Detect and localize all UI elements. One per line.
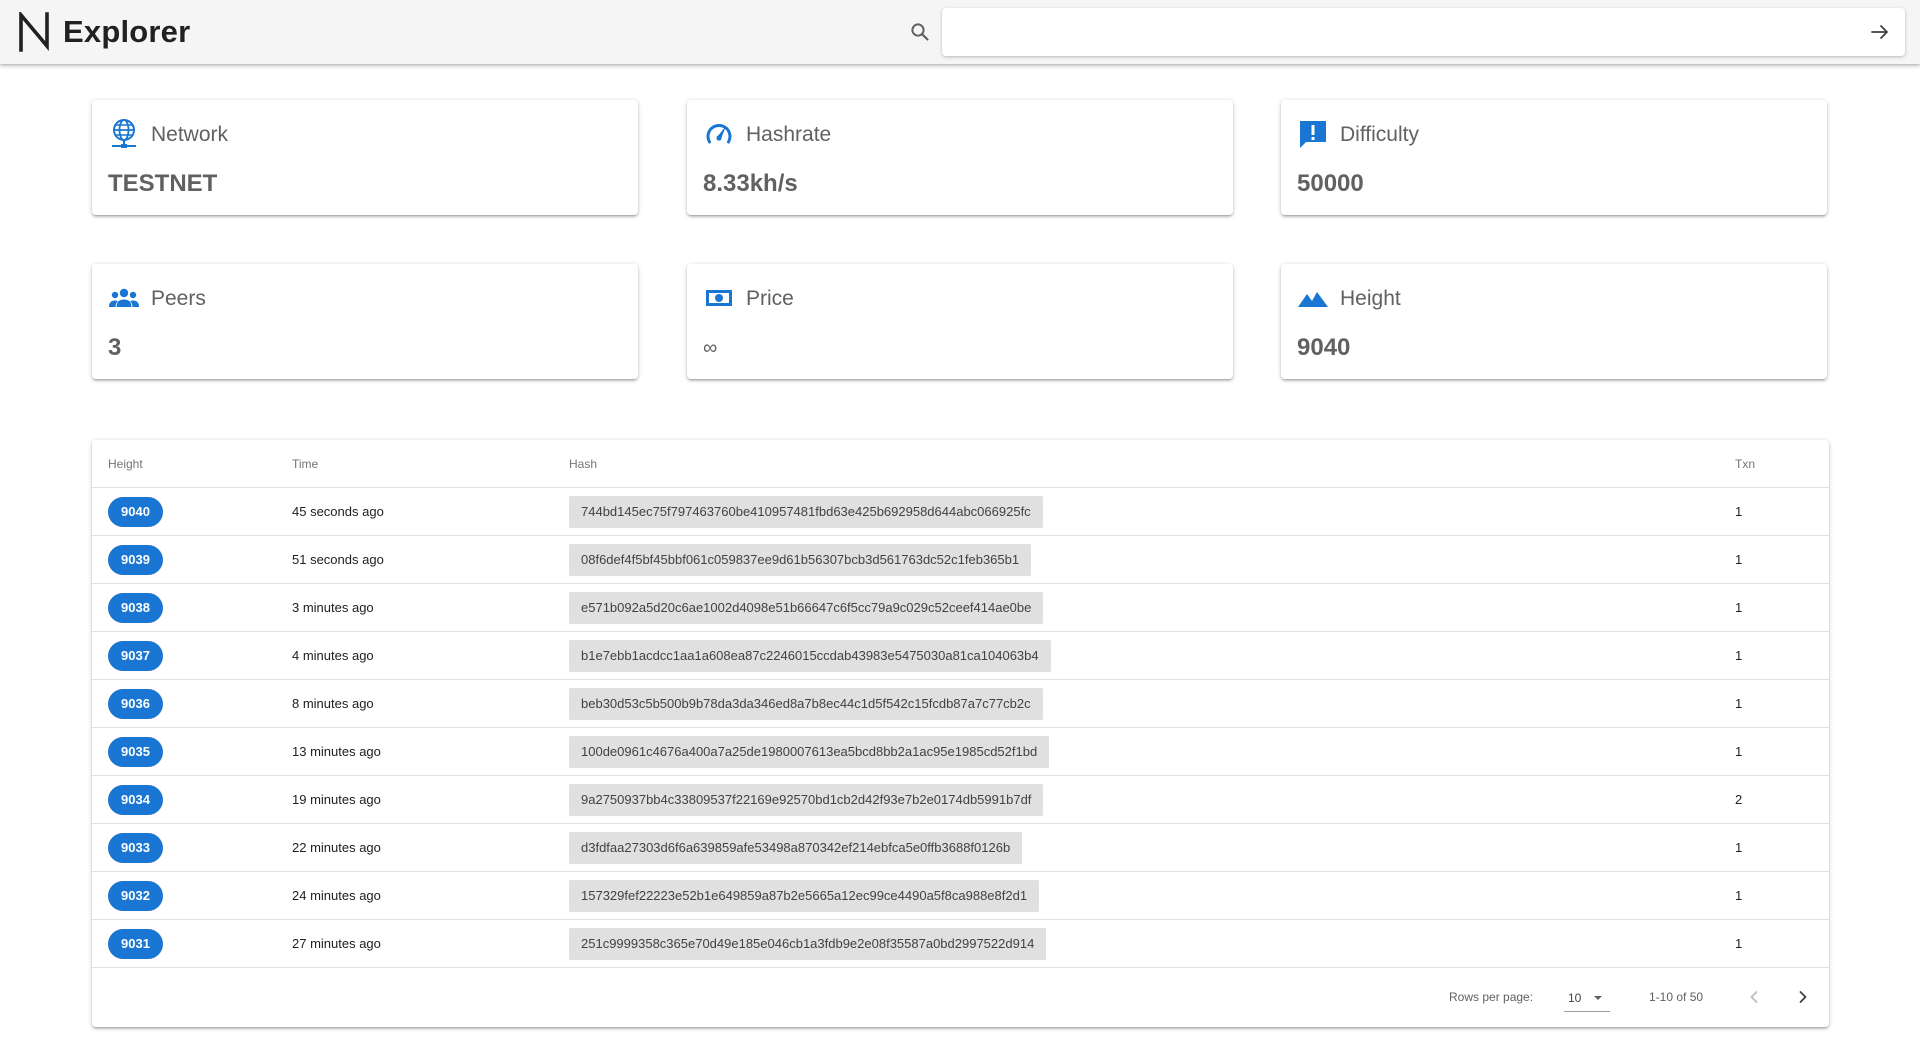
- block-height-chip[interactable]: 9032: [108, 881, 163, 911]
- block-height-chip[interactable]: 9036: [108, 689, 163, 719]
- table-pagination: Rows per page: 10 1-10 of 50: [92, 968, 1829, 1027]
- stat-value: 8.33kh/s: [703, 170, 798, 197]
- stat-label: Hashrate: [746, 123, 832, 146]
- table-row: 9036 8 minutes ago beb30d53c5b500b9b78da…: [92, 680, 1829, 728]
- rows-per-page-value: 10: [1568, 991, 1582, 1005]
- search-input[interactable]: [954, 8, 1854, 56]
- block-time: 8 minutes ago: [292, 696, 374, 711]
- stat-card-network: Network TESTNET: [92, 100, 638, 215]
- stat-label: Network: [151, 123, 229, 146]
- stat-card-hashrate: Hashrate 8.33kh/s: [687, 100, 1233, 215]
- block-hash-chip[interactable]: 251c9999358c365e70d49e185e046cb1a3fdb9e2…: [569, 928, 1047, 960]
- rows-per-page-select[interactable]: 10: [1564, 984, 1610, 1012]
- table-row: 9034 19 minutes ago 9a2750937bb4c3380953…: [92, 776, 1829, 824]
- block-txn-count: 2: [1735, 792, 1743, 807]
- column-header-time: Time: [292, 457, 319, 471]
- block-hash-chip[interactable]: 9a2750937bb4c33809537f22169e92570bd1cb2d…: [569, 784, 1044, 816]
- people-group-icon: [109, 288, 139, 307]
- block-height-chip[interactable]: 9034: [108, 785, 163, 815]
- page-range-text: 1-10 of 50: [1649, 990, 1704, 1004]
- table-row: 9039 51 seconds ago 08f6def4f5bf45bbf061…: [92, 536, 1829, 584]
- table-header: Height Time Hash Txn: [92, 440, 1829, 488]
- banknote-icon: [706, 290, 732, 306]
- stat-value: TESTNET: [108, 170, 218, 197]
- block-time: 3 minutes ago: [292, 600, 374, 615]
- block-time: 19 minutes ago: [292, 792, 381, 807]
- block-txn-count: 1: [1735, 936, 1743, 951]
- table-row: 9038 3 minutes ago e571b092a5d20c6ae1002…: [92, 584, 1829, 632]
- block-height-chip[interactable]: 9035: [108, 737, 163, 767]
- block-txn-count: 1: [1735, 888, 1743, 903]
- table-row: 9032 24 minutes ago 157329fef22223e52b1e…: [92, 872, 1829, 920]
- stat-card-price: Price ∞: [687, 264, 1233, 379]
- table-row: 9031 27 minutes ago 251c9999358c365e70d4…: [92, 920, 1829, 968]
- block-time: 27 minutes ago: [292, 936, 381, 951]
- block-txn-count: 1: [1735, 504, 1743, 519]
- table-row: 9037 4 minutes ago b1e7ebb1acdcc1aa1a608…: [92, 632, 1829, 680]
- block-height-chip[interactable]: 9037: [108, 641, 163, 671]
- stat-label: Price: [746, 287, 794, 310]
- globe-network-icon: [112, 119, 136, 148]
- search-icon: [911, 23, 929, 41]
- rows-per-page-label: Rows per page:: [1449, 990, 1534, 1004]
- block-height-chip[interactable]: 9038: [108, 593, 163, 623]
- stat-value: 50000: [1297, 170, 1364, 197]
- n-logo-icon[interactable]: [18, 12, 52, 52]
- app-title[interactable]: Explorer: [63, 12, 190, 52]
- block-txn-count: 1: [1735, 840, 1743, 855]
- block-height-chip[interactable]: 9031: [108, 929, 163, 959]
- block-txn-count: 1: [1735, 744, 1743, 759]
- block-time: 4 minutes ago: [292, 648, 374, 663]
- block-time: 24 minutes ago: [292, 888, 381, 903]
- column-header-hash: Hash: [569, 457, 598, 471]
- block-txn-count: 1: [1735, 696, 1743, 711]
- block-time: 13 minutes ago: [292, 744, 381, 759]
- column-header-height: Height: [108, 457, 143, 471]
- block-time: 45 seconds ago: [292, 504, 384, 519]
- stat-card-difficulty: Difficulty 50000: [1281, 100, 1827, 215]
- block-height-chip[interactable]: 9039: [108, 545, 163, 575]
- block-hash-chip[interactable]: 157329fef22223e52b1e649859a87b2e5665a12e…: [569, 880, 1040, 912]
- block-time: 51 seconds ago: [292, 552, 384, 567]
- feedback-exclamation-icon: [1300, 121, 1326, 148]
- stat-card-peers: Peers 3: [92, 264, 638, 379]
- block-txn-count: 1: [1735, 600, 1743, 615]
- block-txn-count: 1: [1735, 648, 1743, 663]
- search-box: [942, 8, 1905, 56]
- stat-label: Height: [1340, 287, 1401, 310]
- stat-card-height: Height 9040: [1281, 264, 1827, 379]
- chevron-right-icon[interactable]: [1791, 985, 1815, 1009]
- caret-down-icon: [1594, 996, 1602, 1000]
- chevron-left-icon[interactable]: [1742, 985, 1766, 1009]
- table-body: 9040 45 seconds ago 744bd145ec75f7974637…: [92, 488, 1829, 968]
- stat-value: 3: [108, 334, 122, 361]
- table-row: 9040 45 seconds ago 744bd145ec75f7974637…: [92, 488, 1829, 536]
- column-header-txn: Txn: [1735, 457, 1756, 471]
- block-hash-chip[interactable]: beb30d53c5b500b9b78da3da346ed8a7b8ec44c1…: [569, 688, 1043, 720]
- table-row: 9033 22 minutes ago d3fdfaa27303d6f6a639…: [92, 824, 1829, 872]
- block-hash-chip[interactable]: d3fdfaa27303d6f6a639859afe53498a870342ef…: [569, 832, 1023, 864]
- app-bar: Explorer: [0, 0, 1920, 64]
- stat-label: Peers: [151, 287, 206, 310]
- stat-label: Difficulty: [1340, 123, 1419, 146]
- block-height-chip[interactable]: 9033: [108, 833, 163, 863]
- arrow-right-icon[interactable]: [1868, 20, 1892, 44]
- block-hash-chip[interactable]: 100de0961c4676a400a7a25de1980007613ea5bc…: [569, 736, 1050, 768]
- block-hash-chip[interactable]: 08f6def4f5bf45bbf061c059837ee9d61b56307b…: [569, 544, 1032, 576]
- block-time: 22 minutes ago: [292, 840, 381, 855]
- block-hash-chip[interactable]: e571b092a5d20c6ae1002d4098e51b66647c6f5c…: [569, 592, 1044, 624]
- stat-value: ∞: [703, 337, 718, 359]
- stat-value: 9040: [1297, 334, 1351, 361]
- speedometer-icon: [706, 124, 732, 144]
- block-hash-chip[interactable]: 744bd145ec75f797463760be410957481fbd63e4…: [569, 496, 1043, 528]
- block-hash-chip[interactable]: b1e7ebb1acdcc1aa1a608ea87c2246015ccdab43…: [569, 640, 1051, 672]
- mountain-icon: [1298, 292, 1328, 307]
- block-height-chip[interactable]: 9040: [108, 497, 163, 527]
- block-txn-count: 1: [1735, 552, 1743, 567]
- blocks-table: Height Time Hash Txn 9040 45 seconds ago…: [92, 440, 1829, 1027]
- table-row: 9035 13 minutes ago 100de0961c4676a400a7…: [92, 728, 1829, 776]
